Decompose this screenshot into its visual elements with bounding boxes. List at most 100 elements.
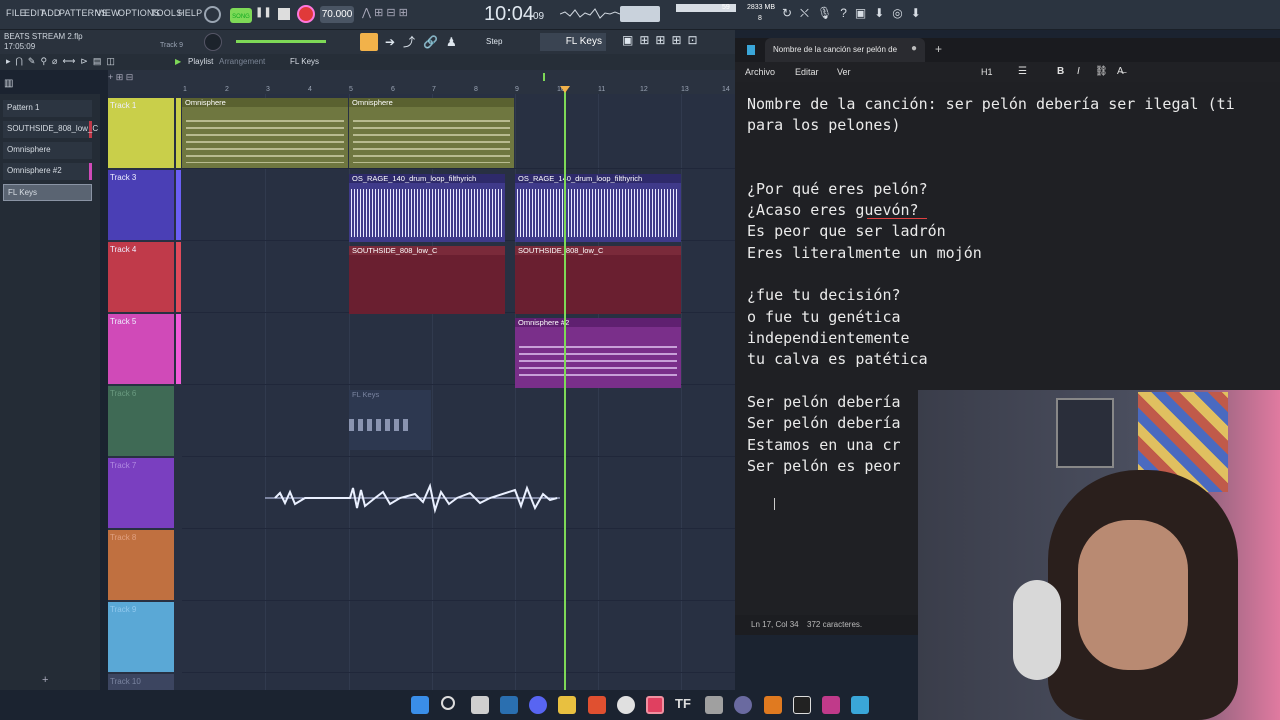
text-line[interactable]: o fue tu genética xyxy=(747,308,901,326)
text-line[interactable]: Eres literalmente un mojón xyxy=(747,244,982,262)
steam-icon[interactable] xyxy=(500,696,518,714)
track-lane-6[interactable] xyxy=(182,386,735,457)
playlist-tool-icons[interactable]: ▸⋂✎⚲⌀⟷⊳▤◫ xyxy=(6,56,120,67)
menu-help[interactable]: HELP xyxy=(178,8,202,18)
picker-toggle-icon[interactable]: ▥ xyxy=(4,78,13,89)
step-label[interactable]: Step xyxy=(486,37,502,46)
text-line[interactable]: ¿Acaso eres guevón? xyxy=(747,201,919,219)
record-button[interactable] xyxy=(297,5,315,23)
picker-item-808[interactable]: SOUTHSIDE_808_low_C xyxy=(3,121,98,138)
unsaved-dot-icon[interactable]: ● xyxy=(911,43,917,54)
track-header-6[interactable]: Track 6 xyxy=(108,386,174,456)
midi-notes xyxy=(353,115,510,163)
file-explorer-icon[interactable] xyxy=(558,696,576,714)
text-line[interactable]: tu calva es patética xyxy=(747,350,928,368)
picker-item-fl-keys[interactable]: FL Keys xyxy=(3,184,92,201)
text-line[interactable]: Nombre de la canción: ser pelón debería … xyxy=(747,95,1235,113)
master-pitch-slider[interactable] xyxy=(236,40,326,43)
pitch-knob[interactable] xyxy=(204,33,222,51)
list-icon[interactable]: ☰ xyxy=(1018,66,1027,77)
brave-icon[interactable] xyxy=(588,696,606,714)
track-header-7[interactable]: Track 7 xyxy=(108,458,174,528)
obs-icon[interactable] xyxy=(734,696,752,714)
audio-waveform xyxy=(351,189,503,237)
track-lane-8[interactable] xyxy=(182,530,735,601)
pattern-picker: Pattern 1 SOUTHSIDE_808_low_C Omnisphere… xyxy=(0,94,100,690)
text-line[interactable]: Es peor que ser ladrón xyxy=(747,222,946,240)
text-line[interactable]: Ser pelón debería xyxy=(747,393,901,411)
start-icon[interactable] xyxy=(411,696,429,714)
menu-add[interactable]: ADD xyxy=(41,8,61,18)
track-header-4[interactable]: Track 4 xyxy=(108,242,174,312)
clip-omnisphere[interactable]: Omnisphere xyxy=(349,98,514,168)
picker-item-omnisphere[interactable]: Omnisphere xyxy=(3,142,92,159)
fl-toolbar-icons[interactable]: ↻⛌🎙?▣⬇◎⬇ xyxy=(782,6,952,24)
track-header-5[interactable]: Track 5 xyxy=(108,314,174,384)
discord-icon[interactable] xyxy=(529,696,547,714)
master-knob[interactable] xyxy=(204,6,221,23)
playhead[interactable] xyxy=(564,86,566,690)
picker-item-omnisphere-2[interactable]: Omnisphere #2 xyxy=(3,163,92,180)
pause-icon[interactable]: ❚❚ xyxy=(255,7,272,23)
notepad-tab[interactable]: Nombre de la canción ser pelón de ● xyxy=(765,38,925,62)
clip-808[interactable]: SOUTHSIDE_808_low_C xyxy=(349,246,505,314)
menu-view[interactable]: VIEW xyxy=(96,8,120,18)
recorded-audio-waveform[interactable] xyxy=(265,478,565,518)
app-icon[interactable] xyxy=(764,696,782,714)
window-icons[interactable]: ▣⊞⊞⊞⊡ xyxy=(622,33,734,51)
track-header-1[interactable]: Track 1 xyxy=(108,98,174,168)
clip-drum-loop[interactable]: OS_RAGE_140_drum_loop_filthyrich xyxy=(349,174,505,242)
app-icon[interactable] xyxy=(793,696,811,714)
clip-drum-loop[interactable]: OS_RAGE_140_drum_loop_filthyrich xyxy=(515,174,681,242)
heading-dropdown[interactable]: H1 xyxy=(981,67,993,77)
fl-studio-icon[interactable] xyxy=(646,696,664,714)
clear-format-icon[interactable]: A̶ xyxy=(1117,66,1124,77)
app-icon[interactable] xyxy=(822,696,840,714)
fl-toolbar: FILE EDIT ADD PATTERNS VIEW OPTIONS TOOL… xyxy=(0,0,1280,30)
spellcheck-underline xyxy=(867,218,927,219)
picker-item-pattern-1[interactable]: Pattern 1 xyxy=(3,100,92,117)
text-line[interactable]: Ser pelón es peor xyxy=(747,457,901,475)
italic-icon[interactable]: I xyxy=(1077,66,1080,77)
clip-omnisphere-2[interactable]: Omnisphere #2 xyxy=(515,318,681,388)
text-line[interactable]: Estamos en una cr xyxy=(747,436,901,454)
playlist-play-icon[interactable]: ▶ xyxy=(175,57,181,66)
text-line[interactable]: para los pelones) xyxy=(747,116,901,134)
text-line[interactable]: independientemente xyxy=(747,329,910,347)
notepad-taskbar-icon[interactable] xyxy=(851,696,869,714)
add-track-icon[interactable]: + xyxy=(42,674,48,686)
clip-title: OS_RAGE_140_drum_loop_filthyrich xyxy=(515,174,681,183)
track-header-3[interactable]: Track 3 xyxy=(108,170,174,240)
new-tab-icon[interactable]: + xyxy=(935,42,942,56)
song-mode-toggle[interactable]: SONG xyxy=(230,8,252,23)
text-line[interactable]: ¿fue tu decisión? xyxy=(747,286,901,304)
track-header-10[interactable]: Track 10 xyxy=(108,674,174,690)
app-icon[interactable]: TF xyxy=(675,696,693,714)
menu-editar[interactable]: Editar xyxy=(795,67,819,77)
search-icon[interactable] xyxy=(441,696,455,710)
snap-icons[interactable]: ➔⤴🔗♟ xyxy=(385,33,485,51)
bold-icon[interactable]: B xyxy=(1057,66,1064,77)
clip-808[interactable]: SOUTHSIDE_808_low_C xyxy=(515,246,681,314)
track-header-9[interactable]: Track 9 xyxy=(108,602,174,672)
chrome-icon[interactable] xyxy=(617,696,635,714)
link-icon[interactable]: ⛓ xyxy=(1095,66,1108,77)
text-line[interactable]: ¿Por qué eres pelón? xyxy=(747,180,928,198)
menu-file[interactable]: FILE xyxy=(6,8,26,18)
track-lane-9[interactable] xyxy=(182,602,735,673)
clip-fl-keys[interactable]: FL Keys xyxy=(349,390,431,450)
stop-icon[interactable] xyxy=(278,8,290,20)
playhead-marker-icon[interactable] xyxy=(560,86,570,93)
clip-omnisphere[interactable]: Omnisphere xyxy=(182,98,348,168)
menu-ver[interactable]: Ver xyxy=(837,67,851,77)
task-view-icon[interactable] xyxy=(471,696,489,714)
pattern-mode-button[interactable] xyxy=(360,33,378,51)
channel-selector[interactable]: FL Keys xyxy=(540,33,606,51)
menu-archivo[interactable]: Archivo xyxy=(745,67,775,77)
ruler-tools[interactable]: + ⊞ ⊟ xyxy=(108,72,168,84)
track-header-8[interactable]: Track 8 xyxy=(108,530,174,600)
metronome-icons[interactable]: ⋀ ⊞ ⊟ ⊞ xyxy=(362,6,472,23)
tempo-display[interactable]: 70.000 xyxy=(320,6,354,23)
app-icon[interactable] xyxy=(705,696,723,714)
text-line[interactable]: Ser pelón debería xyxy=(747,414,901,432)
